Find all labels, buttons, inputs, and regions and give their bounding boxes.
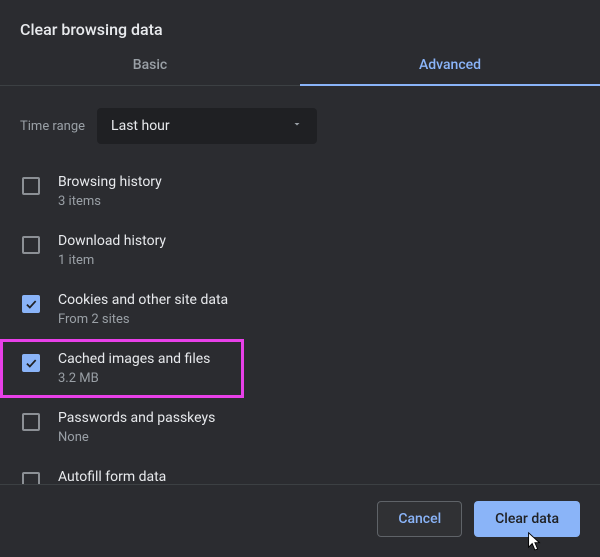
dialog-title: Clear browsing data bbox=[0, 0, 600, 57]
item-sub: 3.2 MB bbox=[58, 371, 210, 386]
item-label: Browsing history bbox=[58, 174, 162, 190]
item-label: Download history bbox=[58, 233, 166, 249]
item-label: Autofill form data bbox=[58, 469, 166, 485]
item-text: Download history 1 item bbox=[58, 233, 166, 268]
item-cookies[interactable]: Cookies and other site data From 2 sites bbox=[0, 280, 600, 339]
checkbox[interactable] bbox=[22, 295, 40, 313]
item-download-history[interactable]: Download history 1 item bbox=[0, 221, 600, 280]
checkbox[interactable] bbox=[22, 354, 40, 372]
items-list: Browsing history 3 items Download histor… bbox=[0, 162, 600, 502]
item-text: Autofill form data bbox=[58, 469, 166, 485]
clear-data-button[interactable]: Clear data bbox=[474, 501, 580, 537]
item-label: Cached images and files bbox=[58, 351, 210, 367]
item-sub: 3 items bbox=[58, 194, 162, 209]
item-browsing-history[interactable]: Browsing history 3 items bbox=[0, 162, 600, 221]
item-text: Cached images and files 3.2 MB bbox=[58, 351, 210, 386]
time-range-value: Last hour bbox=[111, 118, 170, 134]
item-sub: 1 item bbox=[58, 253, 166, 268]
item-text: Browsing history 3 items bbox=[58, 174, 162, 209]
item-label: Cookies and other site data bbox=[58, 292, 228, 308]
item-cached-images[interactable]: Cached images and files 3.2 MB bbox=[0, 339, 244, 398]
item-text: Passwords and passkeys None bbox=[58, 410, 215, 445]
item-label: Passwords and passkeys bbox=[58, 410, 215, 426]
item-sub: None bbox=[58, 430, 215, 445]
checkbox[interactable] bbox=[22, 413, 40, 431]
chevron-down-icon bbox=[291, 118, 303, 134]
time-range-row: Time range Last hour bbox=[0, 86, 600, 162]
tab-advanced[interactable]: Advanced bbox=[300, 57, 600, 85]
tab-basic[interactable]: Basic bbox=[0, 57, 300, 85]
time-range-select[interactable]: Last hour bbox=[97, 108, 317, 144]
item-text: Cookies and other site data From 2 sites bbox=[58, 292, 228, 327]
time-range-label: Time range bbox=[20, 119, 85, 134]
checkbox[interactable] bbox=[22, 236, 40, 254]
item-sub: From 2 sites bbox=[58, 312, 228, 327]
dialog-footer: Cancel Clear data bbox=[0, 484, 600, 553]
item-passwords[interactable]: Passwords and passkeys None bbox=[0, 398, 600, 457]
checkbox[interactable] bbox=[22, 177, 40, 195]
cancel-button[interactable]: Cancel bbox=[377, 501, 462, 537]
tab-bar: Basic Advanced bbox=[0, 57, 600, 86]
